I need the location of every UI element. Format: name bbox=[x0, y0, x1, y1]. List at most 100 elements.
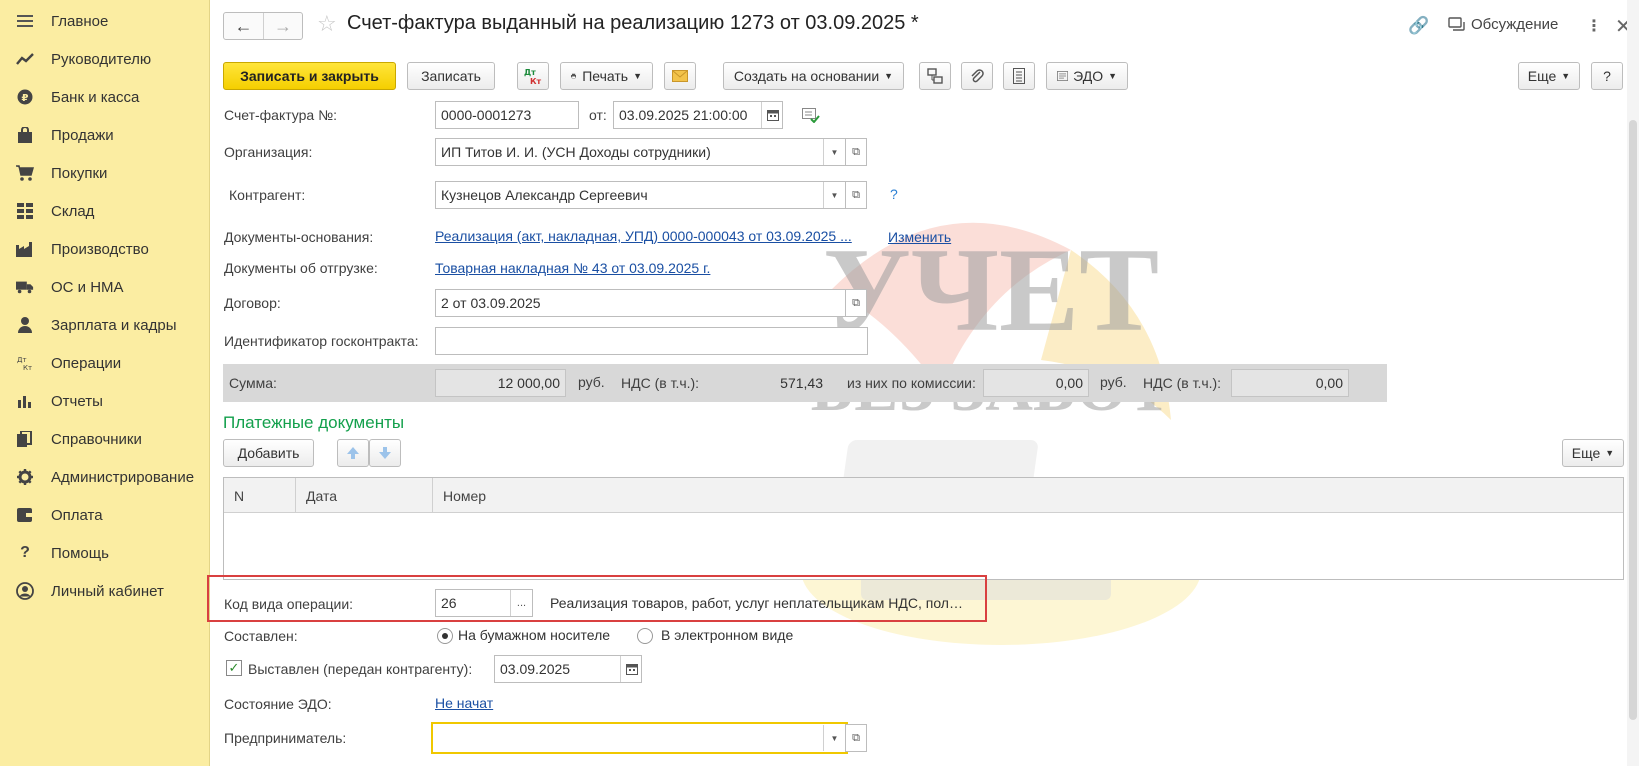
column-date[interactable]: Дата bbox=[296, 478, 433, 513]
edo-button[interactable]: ЭДО ▼ bbox=[1046, 62, 1128, 90]
entrepreneur-label: Предприниматель: bbox=[224, 730, 347, 746]
sidebar-item-manager[interactable]: Руководителю bbox=[0, 42, 210, 76]
sidebar-item-reports[interactable]: Отчеты bbox=[0, 384, 210, 418]
column-n[interactable]: N bbox=[224, 478, 296, 513]
sidebar-item-production[interactable]: Производство bbox=[0, 232, 210, 266]
save-and-close-button[interactable]: Записать и закрыть bbox=[223, 62, 396, 90]
column-number[interactable]: Номер bbox=[433, 478, 1623, 513]
commission-label: из них по комиссии: bbox=[847, 375, 976, 391]
arrow-down-icon bbox=[379, 447, 391, 459]
star-icon[interactable]: ☆ bbox=[317, 11, 337, 37]
create-based-on-button[interactable]: Создать на основании ▼ bbox=[723, 62, 904, 90]
more-vertical-icon[interactable]: ⋮ bbox=[1586, 16, 1602, 36]
question-icon: ? bbox=[20, 544, 30, 561]
vertical-scrollbar[interactable] bbox=[1627, 0, 1639, 766]
document-check-icon[interactable] bbox=[802, 107, 820, 126]
sidebar-item-label: Справочники bbox=[51, 430, 142, 448]
entrepreneur-dropdown-button[interactable]: ▼ bbox=[823, 725, 845, 751]
sidebar-item-bank[interactable]: ₽ Банк и касса bbox=[0, 80, 210, 114]
radio-electronic[interactable] bbox=[637, 628, 653, 644]
sidebar-item-operations[interactable]: Дт Кт Операции bbox=[0, 346, 210, 380]
shipment-documents-link[interactable]: Товарная накладная № 43 от 03.09.2025 г. bbox=[435, 260, 710, 276]
arrow-up-icon bbox=[347, 447, 359, 459]
caret-down-icon: ▼ bbox=[830, 147, 839, 157]
save-button[interactable]: Записать bbox=[407, 62, 495, 90]
calendar-icon bbox=[625, 664, 638, 675]
calendar-icon bbox=[766, 110, 779, 121]
more-button[interactable]: Еще ▼ bbox=[1518, 62, 1580, 90]
print-button[interactable]: Печать ▼ bbox=[560, 62, 653, 90]
sidebar-item-payment[interactable]: Оплата bbox=[0, 498, 210, 532]
payments-more-button[interactable]: Еще ▼ bbox=[1562, 439, 1624, 467]
counterparty-field[interactable]: Кузнецов Александр Сергеевич bbox=[435, 181, 846, 209]
sidebar-item-sales[interactable]: Продажи bbox=[0, 118, 210, 152]
sidebar-item-account[interactable]: Личный кабинет bbox=[0, 574, 210, 608]
structure-button[interactable] bbox=[919, 62, 951, 90]
open-window-icon: ⧉ bbox=[852, 188, 860, 201]
caret-down-icon: ▼ bbox=[1108, 71, 1117, 81]
discussion-button[interactable]: Обсуждение bbox=[1448, 16, 1558, 33]
invoice-number-field[interactable]: 0000-0001273 bbox=[435, 101, 579, 129]
edo-state-link[interactable]: Не начат bbox=[435, 695, 493, 711]
change-base-documents-link[interactable]: Изменить bbox=[888, 229, 951, 245]
sidebar-item-admin[interactable]: Администрирование bbox=[0, 460, 210, 494]
operation-code-label: Код вида операции: bbox=[224, 596, 354, 612]
bar-chart-icon bbox=[16, 392, 34, 410]
edo-state-label: Состояние ЭДО: bbox=[224, 696, 332, 712]
contract-open-button[interactable]: ⧉ bbox=[845, 289, 867, 317]
sidebar-item-fixed-assets[interactable]: ОС и НМА bbox=[0, 270, 210, 304]
sidebar-item-catalogs[interactable]: Справочники bbox=[0, 422, 210, 456]
svg-text:₽: ₽ bbox=[22, 93, 29, 104]
attach-button[interactable] bbox=[961, 62, 993, 90]
invoice-date-value: 03.09.2025 21:00:00 bbox=[619, 107, 748, 123]
dt-kt-button[interactable]: Дт Кт bbox=[517, 62, 549, 90]
sidebar-item-purchases[interactable]: Покупки bbox=[0, 156, 210, 190]
caret-down-icon: ▼ bbox=[1561, 71, 1571, 81]
email-button[interactable] bbox=[664, 62, 696, 90]
caret-down-icon: ▼ bbox=[633, 71, 642, 81]
organization-field[interactable]: ИП Титов И. И. (УСН Доходы сотрудники) bbox=[435, 138, 846, 166]
organization-open-button[interactable]: ⧉ bbox=[845, 138, 867, 166]
calendar-button[interactable] bbox=[761, 102, 783, 128]
entrepreneur-open-button[interactable]: ⧉ bbox=[845, 724, 867, 752]
issued-calendar-button[interactable] bbox=[620, 656, 642, 682]
organization-dropdown-button[interactable]: ▼ bbox=[823, 139, 845, 165]
contract-field[interactable]: 2 от 03.09.2025 bbox=[435, 289, 846, 317]
entrepreneur-field[interactable] bbox=[431, 722, 848, 754]
counterparty-help-icon[interactable]: ? bbox=[890, 186, 898, 202]
contract-value: 2 от 03.09.2025 bbox=[441, 295, 541, 311]
printer-icon bbox=[571, 73, 577, 79]
radio-paper[interactable] bbox=[437, 628, 453, 644]
help-button[interactable]: ? bbox=[1591, 62, 1623, 90]
base-documents-link[interactable]: Реализация (акт, накладная, УПД) 0000-00… bbox=[435, 228, 852, 244]
issued-date-value: 03.09.2025 bbox=[500, 661, 571, 677]
counterparty-dropdown-button[interactable]: ▼ bbox=[823, 182, 845, 208]
sidebar-item-label: Зарплата и кадры bbox=[51, 316, 177, 334]
sidebar-item-salary[interactable]: Зарплата и кадры bbox=[0, 308, 210, 342]
edo-icon bbox=[1057, 71, 1069, 81]
link-icon[interactable]: 🔗 bbox=[1408, 16, 1429, 36]
move-down-button[interactable] bbox=[369, 439, 401, 467]
gov-contract-field[interactable] bbox=[435, 327, 868, 355]
sidebar-item-main[interactable]: Главное bbox=[0, 4, 210, 38]
forward-button[interactable]: → bbox=[262, 13, 302, 39]
sidebar-item-warehouse[interactable]: Склад bbox=[0, 194, 210, 228]
open-window-icon: ⧉ bbox=[852, 145, 860, 158]
add-payment-button[interactable]: Добавить bbox=[223, 439, 314, 467]
sidebar-item-help[interactable]: ? Помощь bbox=[0, 536, 210, 570]
gear-icon bbox=[16, 468, 34, 486]
back-button[interactable]: ← bbox=[224, 13, 263, 39]
invoice-date-field[interactable]: 03.09.2025 21:00:00 bbox=[613, 101, 783, 129]
svg-text:Кт: Кт bbox=[23, 364, 32, 371]
payments-table[interactable]: N Дата Номер bbox=[223, 477, 1624, 580]
scrollbar-thumb[interactable] bbox=[1629, 120, 1637, 720]
move-up-button[interactable] bbox=[337, 439, 369, 467]
vat-field: 571,43 bbox=[780, 375, 823, 391]
sidebar-item-label: Помощь bbox=[51, 544, 109, 562]
issued-checkbox[interactable]: ✓ bbox=[226, 660, 242, 676]
operation-code-select-button[interactable]: ... bbox=[510, 590, 532, 616]
sidebar-item-label: Руководителю bbox=[51, 50, 152, 68]
organization-value: ИП Титов И. И. (УСН Доходы сотрудники) bbox=[441, 144, 711, 160]
document-list-button[interactable] bbox=[1003, 62, 1035, 90]
counterparty-open-button[interactable]: ⧉ bbox=[845, 181, 867, 209]
